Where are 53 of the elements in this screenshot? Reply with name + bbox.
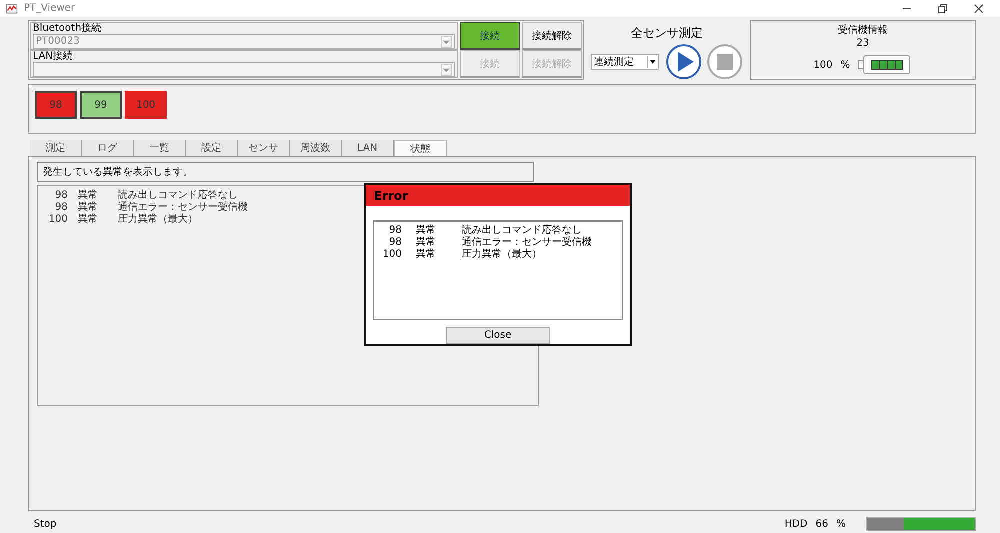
error-message: 圧力異常（最大）: [118, 212, 198, 226]
error-status: 異常: [416, 248, 437, 262]
sensor-id: 98: [388, 224, 402, 236]
connection-label: LAN接続: [33, 51, 74, 62]
sensor-id: 98: [54, 190, 68, 200]
tab[interactable]: 周波数: [290, 140, 342, 156]
status-heading: 発生している異常を表示します。: [37, 162, 534, 182]
error-message: 読み出しコマンド応答なし: [462, 224, 582, 236]
dropdown-icon: [647, 56, 658, 68]
mode-dropdown[interactable]: 連続測定: [591, 54, 659, 70]
receiver-id: 23: [856, 37, 870, 50]
error-message: 圧力異常（最大）: [462, 248, 542, 262]
sensor-tile[interactable]: 99: [80, 91, 122, 119]
sensor-id: 98: [54, 202, 68, 212]
sensor-id: 98: [388, 236, 402, 248]
restore-icon[interactable]: [938, 4, 948, 14]
tab[interactable]: 測定: [30, 140, 82, 156]
window-title: PT_Viewer: [24, 3, 76, 14]
error-status: 異常: [78, 212, 99, 226]
tab[interactable]: 一覧: [134, 140, 186, 156]
tab[interactable]: 状態: [394, 140, 447, 156]
connect-button[interactable]: 接続: [460, 22, 520, 50]
close-icon[interactable]: [974, 4, 984, 14]
battery-percent: 100: [814, 60, 833, 70]
error-message: 読み出しコマンド応答なし: [118, 188, 238, 202]
battery-icon: [858, 55, 912, 75]
tab[interactable]: 設定: [186, 140, 238, 156]
dialog-title: Error: [366, 185, 630, 206]
sensor-id: 100: [48, 214, 68, 224]
tab[interactable]: ログ: [82, 140, 134, 156]
percent-unit: %: [840, 60, 850, 70]
error-status: 異常: [78, 200, 99, 214]
play-icon[interactable]: [666, 44, 702, 80]
sensor-id: 100: [382, 248, 402, 260]
tab[interactable]: センサ: [238, 140, 290, 156]
dropdown-icon: [441, 64, 452, 76]
percent-unit: %: [836, 518, 846, 530]
hdd-value: 66: [816, 518, 828, 530]
connection-label: Bluetooth接続: [33, 23, 103, 34]
error-status: 異常: [416, 236, 437, 248]
tab[interactable]: LAN: [342, 140, 394, 156]
receiver-title: 受信機情報: [838, 24, 888, 37]
hdd-label: HDD: [784, 518, 808, 530]
measure-title: 全センサ測定: [631, 25, 703, 42]
error-message: 通信エラー：センサー受信機: [462, 236, 592, 248]
app-icon: [6, 2, 18, 14]
error-message: 通信エラー：センサー受信機: [118, 200, 248, 214]
dropdown-icon: [441, 36, 452, 48]
status-text: Stop: [34, 518, 57, 530]
disconnect-button[interactable]: 接続解除: [522, 22, 582, 50]
error-status: 異常: [416, 224, 437, 236]
error-status: 異常: [78, 188, 99, 202]
close-button[interactable]: Close: [446, 326, 550, 344]
